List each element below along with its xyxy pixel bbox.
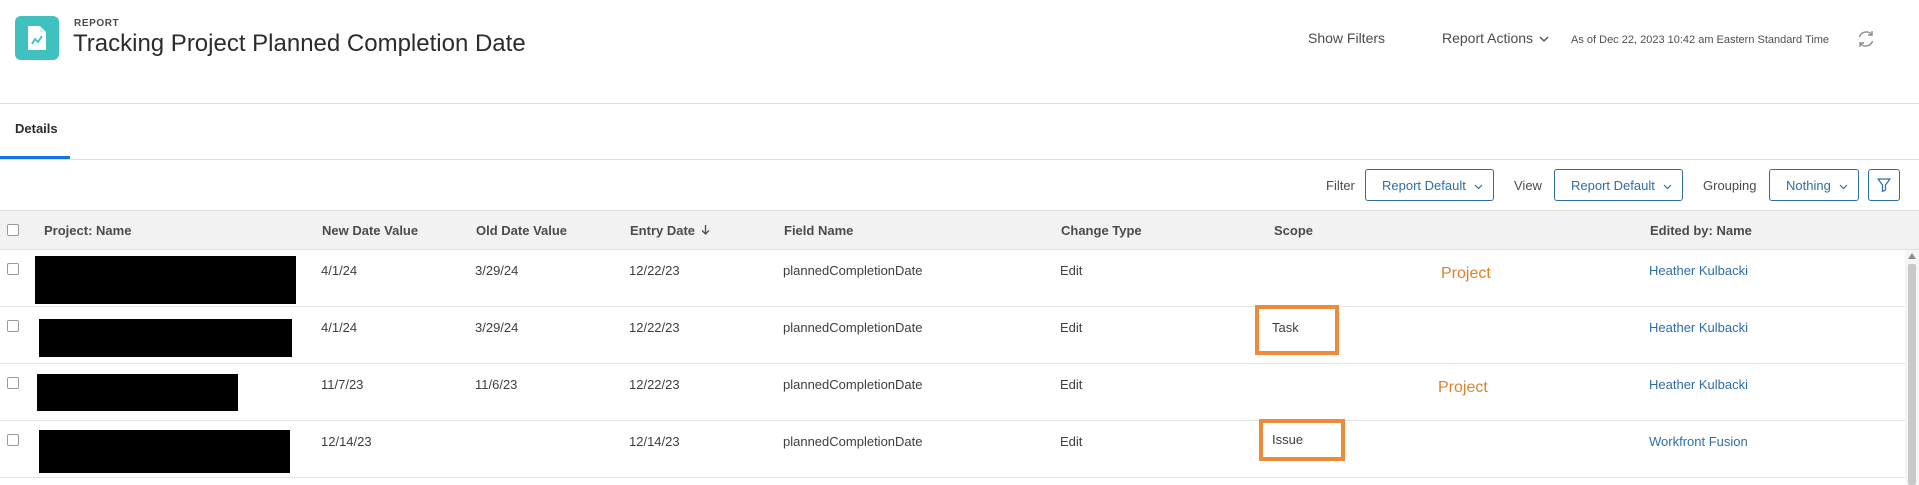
row-checkbox[interactable] xyxy=(7,377,19,389)
last-updated-text: As of Dec 22, 2023 10:42 am Eastern Stan… xyxy=(1571,34,1830,46)
table-row[interactable]: 11/7/23 11/6/23 12/22/23 plannedCompleti… xyxy=(0,364,1905,421)
tab-bar: Details xyxy=(0,104,1919,160)
change-type-cell: Edit xyxy=(1060,263,1083,278)
filter-label: Filter xyxy=(1326,178,1355,193)
page-kicker: REPORT xyxy=(74,18,120,29)
field-name-cell: plannedCompletionDate xyxy=(783,377,923,392)
funnel-icon[interactable] xyxy=(1868,169,1900,201)
entry-date-cell: 12/22/23 xyxy=(629,377,680,392)
refresh-icon[interactable] xyxy=(1855,28,1877,50)
report-header: REPORT Tracking Project Planned Completi… xyxy=(0,0,1919,104)
old-date-cell: 3/29/24 xyxy=(475,320,519,335)
redacted-project-name xyxy=(37,374,238,411)
report-table: Project: Name New Date Value Old Date Va… xyxy=(0,210,1919,485)
edited-by-link[interactable]: Workfront Fusion xyxy=(1649,434,1748,449)
column-header-project-name[interactable]: Project: Name xyxy=(44,211,131,251)
entry-date-cell: 12/22/23 xyxy=(629,263,680,278)
column-header-entry-date-label: Entry Date xyxy=(630,223,696,238)
scope-annotation: Project xyxy=(1441,265,1491,282)
select-all-checkbox[interactable] xyxy=(7,224,19,236)
report-actions-button[interactable]: Report Actions xyxy=(1442,30,1549,46)
scope-cell: Issue xyxy=(1272,432,1304,447)
chevron-down-icon xyxy=(1474,178,1483,193)
entry-date-cell: 12/22/23 xyxy=(629,320,680,335)
change-type-cell: Edit xyxy=(1060,377,1083,392)
show-filters-button[interactable]: Show Filters xyxy=(1308,30,1385,46)
grouping-select-value: Nothing xyxy=(1786,177,1831,193)
report-toolbar: Filter Report Default View Report Defaul… xyxy=(0,160,1919,210)
vertical-scrollbar[interactable] xyxy=(1905,250,1919,485)
column-header-old-date[interactable]: Old Date Value xyxy=(476,211,567,251)
edited-by-link[interactable]: Heather Kulbacki xyxy=(1649,320,1748,335)
change-type-cell: Edit xyxy=(1060,320,1083,335)
scope-cell: Task xyxy=(1272,320,1299,335)
column-header-change-type[interactable]: Change Type xyxy=(1061,211,1142,251)
scrollbar-thumb[interactable] xyxy=(1908,264,1916,485)
row-checkbox[interactable] xyxy=(7,320,19,332)
old-date-cell: 11/6/23 xyxy=(475,377,518,392)
chevron-down-icon xyxy=(1663,178,1672,193)
filter-select-value: Report Default xyxy=(1382,177,1466,193)
chevron-down-icon xyxy=(1539,30,1549,46)
redacted-project-name xyxy=(39,430,290,473)
column-header-entry-date[interactable]: Entry Date xyxy=(630,211,710,251)
old-date-cell: 3/29/24 xyxy=(475,263,519,278)
view-select-value: Report Default xyxy=(1571,177,1655,193)
view-select[interactable]: Report Default xyxy=(1554,169,1683,201)
view-label: View xyxy=(1514,178,1542,193)
tab-details[interactable]: Details xyxy=(0,104,70,159)
row-checkbox[interactable] xyxy=(7,263,19,275)
chevron-down-icon xyxy=(1839,178,1848,193)
report-icon xyxy=(15,16,59,60)
new-date-cell: 11/7/23 xyxy=(321,377,364,392)
column-header-scope[interactable]: Scope xyxy=(1274,211,1313,251)
table-row[interactable] xyxy=(0,478,1905,485)
scroll-up-arrow-icon[interactable] xyxy=(1908,253,1916,259)
entry-date-cell: 12/14/23 xyxy=(629,434,680,449)
table-row[interactable]: 12/14/23 12/14/23 plannedCompletionDate … xyxy=(0,419,1905,478)
field-name-cell: plannedCompletionDate xyxy=(783,263,923,278)
redacted-project-name xyxy=(39,319,292,357)
field-name-cell: plannedCompletionDate xyxy=(783,434,923,449)
column-header-new-date[interactable]: New Date Value xyxy=(322,211,418,251)
edited-by-link[interactable]: Heather Kulbacki xyxy=(1649,377,1748,392)
filter-select[interactable]: Report Default xyxy=(1365,169,1494,201)
redacted-project-name xyxy=(35,256,296,304)
page-title: Tracking Project Planned Completion Date xyxy=(73,30,526,57)
report-actions-label: Report Actions xyxy=(1442,30,1534,46)
field-name-cell: plannedCompletionDate xyxy=(783,320,923,335)
change-type-cell: Edit xyxy=(1060,434,1083,449)
new-date-cell: 4/1/24 xyxy=(321,263,358,278)
row-checkbox[interactable] xyxy=(7,434,19,446)
table-row[interactable]: 4/1/24 3/29/24 12/22/23 plannedCompletio… xyxy=(0,305,1905,364)
table-row[interactable]: 4/1/24 3/29/24 12/22/23 plannedCompletio… xyxy=(0,250,1905,307)
table-header: Project: Name New Date Value Old Date Va… xyxy=(0,210,1919,250)
column-header-field-name[interactable]: Field Name xyxy=(784,211,853,251)
edited-by-link[interactable]: Heather Kulbacki xyxy=(1649,263,1748,278)
grouping-label: Grouping xyxy=(1703,178,1757,193)
column-header-edited-by[interactable]: Edited by: Name xyxy=(1650,211,1752,251)
grouping-select[interactable]: Nothing xyxy=(1769,169,1859,201)
new-date-cell: 12/14/23 xyxy=(321,434,372,449)
new-date-cell: 4/1/24 xyxy=(321,320,358,335)
scope-annotation: Project xyxy=(1438,379,1488,396)
tab-details-label: Details xyxy=(15,121,58,136)
sort-descending-icon xyxy=(701,211,710,251)
